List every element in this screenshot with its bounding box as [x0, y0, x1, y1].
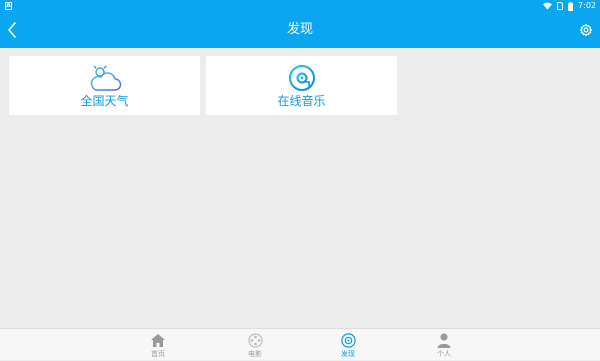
battery-icon [568, 1, 574, 11]
status-icons: 7:02 [543, 0, 596, 12]
discover-content: 全国天气 在线音乐 [0, 48, 600, 328]
nav-label-movies: 电影 [248, 350, 262, 358]
back-button[interactable] [0, 12, 30, 48]
top-app-bar: 发现 [0, 12, 600, 48]
compass-icon [318, 333, 378, 348]
page-title: 发现 [286, 22, 313, 37]
status-time: 7:02 [578, 1, 596, 10]
person-icon [414, 333, 474, 348]
weather-card-label: 全国天气 [80, 94, 129, 108]
chevron-left-icon [8, 22, 16, 38]
home-icon [128, 333, 188, 348]
nav-label-profile: 个人 [437, 350, 451, 358]
music-card[interactable]: 在线音乐 [206, 56, 397, 115]
status-bar: A 7:02 [0, 0, 600, 12]
sim-card-icon [557, 2, 564, 10]
settings-button[interactable] [574, 12, 600, 48]
wifi-icon [543, 2, 553, 10]
nav-item-movies[interactable]: 电影 [225, 329, 285, 361]
nav-item-discover[interactable]: 发现 [318, 329, 378, 361]
bottom-navigation: 首页 电影 发现 个人 [0, 328, 600, 360]
nav-label-home: 首页 [151, 350, 165, 358]
weather-card[interactable]: 全国天气 [9, 56, 200, 115]
weather-cloud-sun-icon [9, 63, 200, 93]
nav-label-discover: 发现 [341, 350, 355, 358]
film-reel-icon [225, 333, 285, 348]
gear-icon [579, 23, 593, 37]
nav-item-home[interactable]: 首页 [128, 329, 188, 361]
notification-a-icon: A [5, 2, 12, 10]
nav-item-profile[interactable]: 个人 [414, 329, 474, 361]
music-card-label: 在线音乐 [277, 94, 326, 108]
music-disc-icon [206, 63, 397, 93]
